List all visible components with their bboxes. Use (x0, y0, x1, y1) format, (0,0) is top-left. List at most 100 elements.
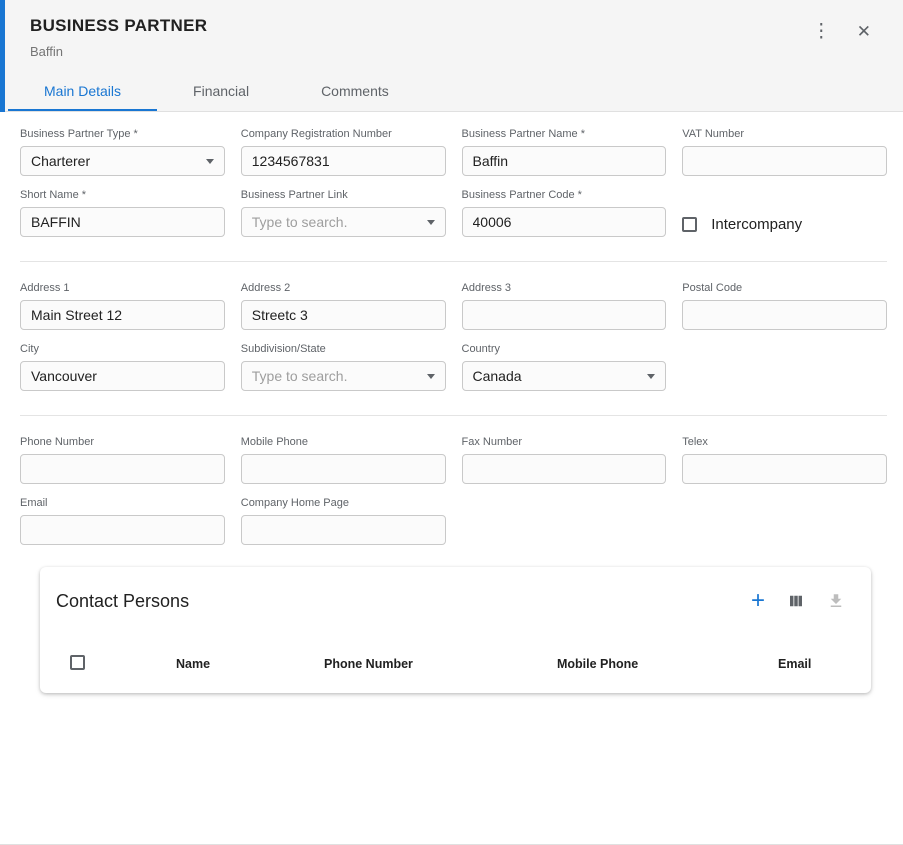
select-all-checkbox[interactable] (70, 655, 85, 670)
business-partner-name-input[interactable] (462, 146, 667, 176)
telex-label: Telex (682, 436, 887, 448)
mobile-phone-input[interactable] (241, 454, 446, 484)
dialog-header: BUSINESS PARTNER Baffin ⋮ ✕ Main Details… (0, 0, 903, 112)
field-country: Country Canada (462, 343, 667, 391)
field-phone-number: Phone Number (20, 436, 225, 484)
city-label: City (20, 343, 225, 355)
subdivision-state-select[interactable]: Type to search. (241, 361, 446, 391)
short-name-input[interactable] (20, 207, 225, 237)
field-address1: Address 1 (20, 282, 225, 330)
field-business-partner-type: Business Partner Type * Charterer (20, 128, 225, 176)
intercompany-label: Intercompany (711, 216, 802, 233)
section-divider (20, 415, 887, 416)
tab-main-details[interactable]: Main Details (8, 73, 157, 111)
country-label: Country (462, 343, 667, 355)
column-header-mobile-phone: Mobile Phone (557, 657, 778, 671)
dialog-title: BUSINESS PARTNER (30, 16, 207, 36)
field-empty-spacer (682, 343, 887, 391)
company-registration-number-label: Company Registration Number (241, 128, 446, 140)
intercompany-checkbox[interactable] (682, 217, 697, 232)
header-actions: ⋮ ✕ (810, 20, 873, 43)
main-details-panel: Business Partner Type * Charterer Compan… (0, 112, 903, 693)
field-intercompany: Intercompany (682, 211, 887, 237)
address-section: Address 1 Address 2 Address 3 Postal Cod… (20, 282, 887, 391)
column-settings-button[interactable] (785, 590, 807, 612)
vat-number-label: VAT Number (682, 128, 887, 140)
business-partner-code-label: Business Partner Code * (462, 189, 667, 201)
email-label: Email (20, 497, 225, 509)
telex-input[interactable] (682, 454, 887, 484)
field-vat-number: VAT Number (682, 128, 887, 176)
column-header-email: Email (778, 657, 871, 671)
contact-persons-card: Contact Persons + (40, 567, 871, 693)
more-options-button[interactable]: ⋮ (810, 20, 833, 43)
business-partner-code-input[interactable] (462, 207, 667, 237)
vat-number-input[interactable] (682, 146, 887, 176)
contact-persons-table-header: Name Phone Number Mobile Phone Email (40, 641, 871, 687)
header-titles: BUSINESS PARTNER Baffin (30, 16, 207, 59)
address1-input[interactable] (20, 300, 225, 330)
download-icon (827, 592, 845, 610)
business-partner-link-label: Business Partner Link (241, 189, 446, 201)
column-header-phone-number: Phone Number (324, 657, 557, 671)
accent-strip (0, 0, 5, 112)
field-short-name: Short Name * (20, 189, 225, 237)
address2-input[interactable] (241, 300, 446, 330)
subdivision-state-placeholder: Type to search. (252, 368, 348, 384)
tab-comments[interactable]: Comments (285, 73, 425, 111)
address3-input[interactable] (462, 300, 667, 330)
columns-icon (787, 592, 805, 610)
business-partner-link-placeholder: Type to search. (252, 214, 348, 230)
close-icon: ✕ (857, 23, 871, 40)
company-home-page-label: Company Home Page (241, 497, 446, 509)
plus-icon: + (751, 589, 765, 613)
tab-financial[interactable]: Financial (157, 73, 285, 111)
business-partner-type-select[interactable]: Charterer (20, 146, 225, 176)
kebab-icon: ⋮ (812, 22, 831, 41)
country-select[interactable]: Canada (462, 361, 667, 391)
field-business-partner-code: Business Partner Code * (462, 189, 667, 237)
chevron-down-icon (427, 374, 435, 379)
close-button[interactable]: ✕ (855, 21, 873, 42)
contact-info-section: Phone Number Mobile Phone Fax Number Tel… (20, 436, 887, 545)
address3-label: Address 3 (462, 282, 667, 294)
field-business-partner-link: Business Partner Link Type to search. (241, 189, 446, 237)
business-partner-type-label: Business Partner Type * (20, 128, 225, 140)
company-home-page-input[interactable] (241, 515, 446, 545)
country-value: Canada (473, 368, 522, 384)
phone-number-input[interactable] (20, 454, 225, 484)
contact-persons-title: Contact Persons (56, 591, 189, 612)
address1-label: Address 1 (20, 282, 225, 294)
field-address2: Address 2 (241, 282, 446, 330)
dialog-subtitle: Baffin (30, 44, 207, 59)
business-partner-link-select[interactable]: Type to search. (241, 207, 446, 237)
fax-number-input[interactable] (462, 454, 667, 484)
postal-code-input[interactable] (682, 300, 887, 330)
address2-label: Address 2 (241, 282, 446, 294)
business-partner-name-label: Business Partner Name * (462, 128, 667, 140)
add-contact-button[interactable]: + (749, 587, 767, 615)
identity-section: Business Partner Type * Charterer Compan… (20, 128, 887, 237)
field-fax-number: Fax Number (462, 436, 667, 484)
fax-number-label: Fax Number (462, 436, 667, 448)
select-all-cell (40, 655, 176, 673)
company-registration-number-input[interactable] (241, 146, 446, 176)
business-partner-dialog: BUSINESS PARTNER Baffin ⋮ ✕ Main Details… (0, 0, 903, 845)
section-divider (20, 261, 887, 262)
field-company-home-page: Company Home Page (241, 497, 446, 545)
field-telex: Telex (682, 436, 887, 484)
short-name-label: Short Name * (20, 189, 225, 201)
city-input[interactable] (20, 361, 225, 391)
postal-code-label: Postal Code (682, 282, 887, 294)
business-partner-type-value: Charterer (31, 153, 90, 169)
phone-number-label: Phone Number (20, 436, 225, 448)
tab-bar: Main Details Financial Comments (0, 73, 903, 111)
field-postal-code: Postal Code (682, 282, 887, 330)
chevron-down-icon (427, 220, 435, 225)
download-button[interactable] (825, 590, 847, 612)
field-company-registration-number: Company Registration Number (241, 128, 446, 176)
field-subdivision-state: Subdivision/State Type to search. (241, 343, 446, 391)
email-input[interactable] (20, 515, 225, 545)
column-header-name: Name (176, 657, 324, 671)
mobile-phone-label: Mobile Phone (241, 436, 446, 448)
